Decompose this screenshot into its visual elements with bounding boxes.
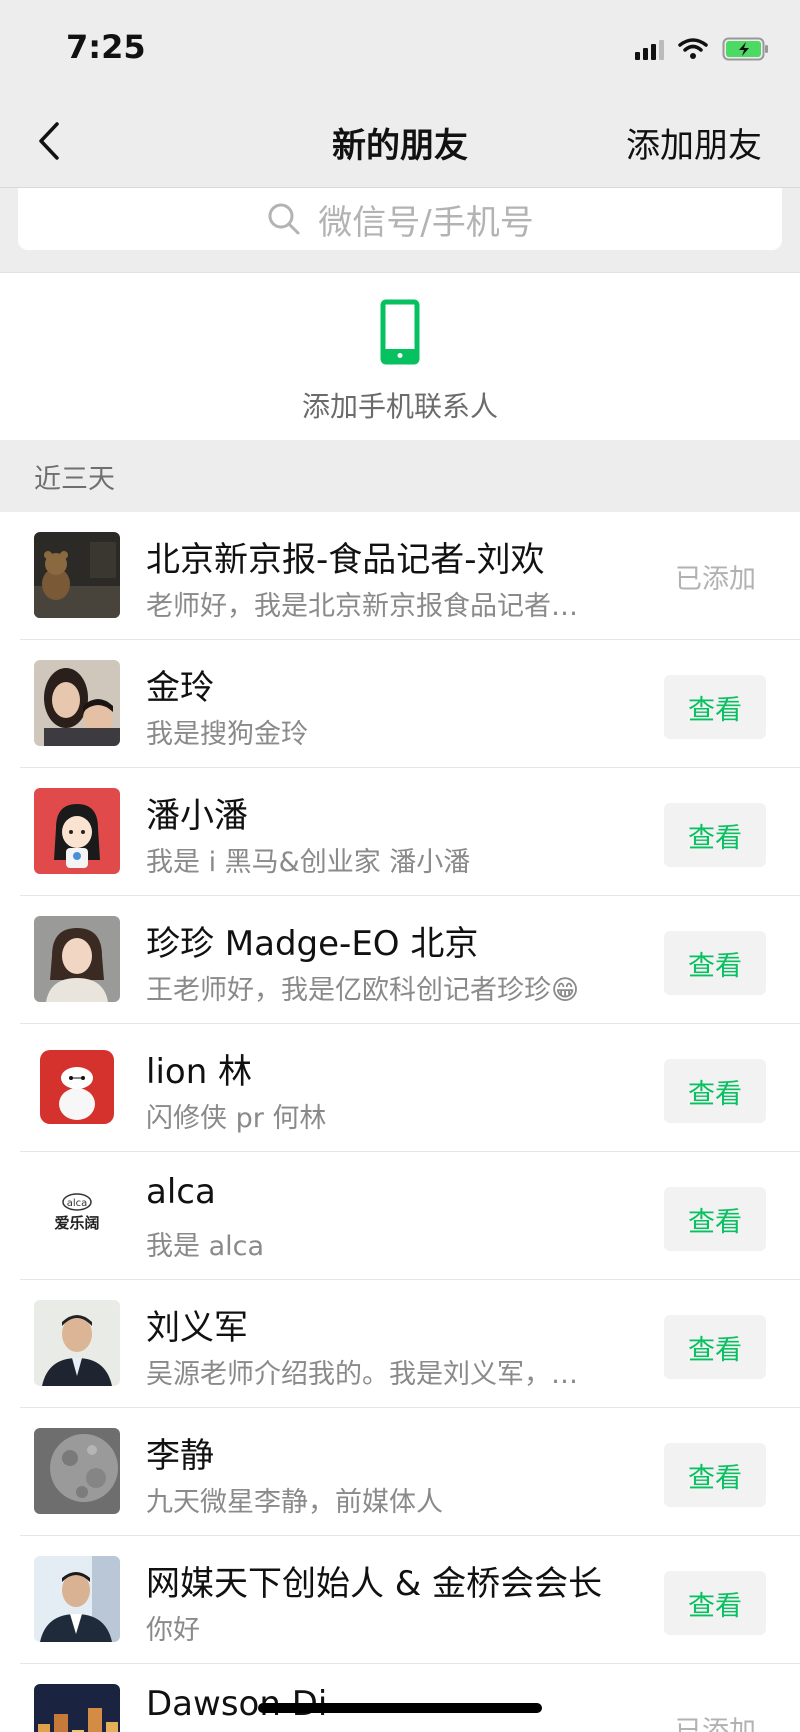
view-button[interactable]: 查看 [664,1187,766,1251]
friend-message: 你好 [146,1615,200,1646]
friend-message: 九天微星李静，前媒体人 [146,1487,443,1518]
friend-name: lion 林 [146,1052,253,1092]
search-icon [268,203,300,235]
list-item[interactable]: alca 爱乐阔 alca 我是 alca 查看 [0,1152,800,1280]
list-item[interactable]: 潘小潘 我是 i 黑马&创业家 潘小潘 查看 [0,768,800,896]
battery-charging-icon [722,37,770,61]
list-item[interactable]: 金玲 我是搜狗金玲 查看 [0,640,800,768]
friend-message: 吴源老师介绍我的。我是刘义军，… [146,1359,578,1390]
avatar: alca 爱乐阔 [34,1172,120,1258]
friend-message: 王老师好，我是亿欧科创记者珍珍😁 [146,975,580,1006]
nav-bar: 新的朋友 添加朋友 [0,96,800,188]
avatar [34,1044,120,1130]
friend-message: 我是搜狗金玲 [146,719,308,750]
avatar [34,1300,120,1386]
avatar [34,1428,120,1514]
friend-message: 我是 i 黑马&创业家 潘小潘 [146,847,471,878]
avatar [34,660,120,746]
avatar [34,788,120,874]
list-item[interactable]: 珍珍 Madge-EO 北京 王老师好，我是亿欧科创记者珍珍😁 查看 [0,896,800,1024]
list-item[interactable]: 北京新京报-食品记者-刘欢 老师好，我是北京新京报食品记者… 已添加 [0,512,800,640]
back-button[interactable] [24,116,74,166]
search-area: 微信号/手机号 [0,188,800,272]
view-button[interactable]: 查看 [664,675,766,739]
status-icons [635,34,770,64]
list-item[interactable]: 网媒天下创始人 & 金桥会会长 你好 查看 [0,1536,800,1664]
added-status: 已添加 [675,1716,756,1732]
added-status: 已添加 [675,564,756,595]
friend-name: alca [146,1172,216,1212]
list-item[interactable]: lion 林 闪修侠 pr 何林 查看 [0,1024,800,1152]
avatar [34,532,120,618]
friend-name: 网媒天下创始人 & 金桥会会长 [146,1564,603,1604]
alca-logo-subtext: 爱乐阔 [54,1214,99,1232]
chevron-left-icon [39,122,59,160]
status-time: 7:25 [66,28,146,66]
alca-logo-text: alca [67,1198,88,1209]
friend-name: 金玲 [146,668,214,708]
mobile-phone-icon [380,299,420,365]
search-placeholder: 微信号/手机号 [318,202,534,243]
friend-name: 潘小潘 [146,796,248,836]
home-indicator[interactable] [258,1703,542,1713]
avatar [34,1684,120,1732]
add-phone-contacts-label: 添加手机联系人 [301,390,498,423]
friend-name: 北京新京报-食品记者-刘欢 [146,540,545,580]
friend-message: 老师好，我是北京新京报食品记者… [146,591,578,622]
friend-message: 我是 alca [146,1231,265,1262]
friend-request-list: 北京新京报-食品记者-刘欢 老师好，我是北京新京报食品记者… 已添加 金玲 我是… [0,512,800,1732]
avatar [34,1556,120,1642]
add-friend-button[interactable]: 添加朋友 [626,118,762,167]
add-phone-contacts[interactable]: 添加手机联系人 [0,272,800,440]
search-input[interactable]: 微信号/手机号 [18,188,782,250]
section-header: 近三天 [0,440,800,512]
view-button[interactable]: 查看 [664,1059,766,1123]
friend-name: 李静 [146,1436,214,1476]
view-button[interactable]: 查看 [664,931,766,995]
view-button[interactable]: 查看 [664,1571,766,1635]
friend-name: 刘义军 [146,1308,248,1348]
list-item[interactable]: 刘义军 吴源老师介绍我的。我是刘义军，… 查看 [0,1280,800,1408]
list-item[interactable]: Dawson Di 已添加 [0,1664,800,1732]
list-item[interactable]: 李静 九天微星李静，前媒体人 查看 [0,1408,800,1536]
friend-name: 珍珍 Madge-EO 北京 [146,924,479,964]
friend-message: 闪修侠 pr 何林 [146,1103,327,1134]
cellular-signal-icon [635,38,664,60]
view-button[interactable]: 查看 [664,803,766,867]
avatar [34,916,120,1002]
view-button[interactable]: 查看 [664,1315,766,1379]
wifi-icon [678,38,708,60]
view-button[interactable]: 查看 [664,1443,766,1507]
status-bar: 7:25 [0,0,800,96]
